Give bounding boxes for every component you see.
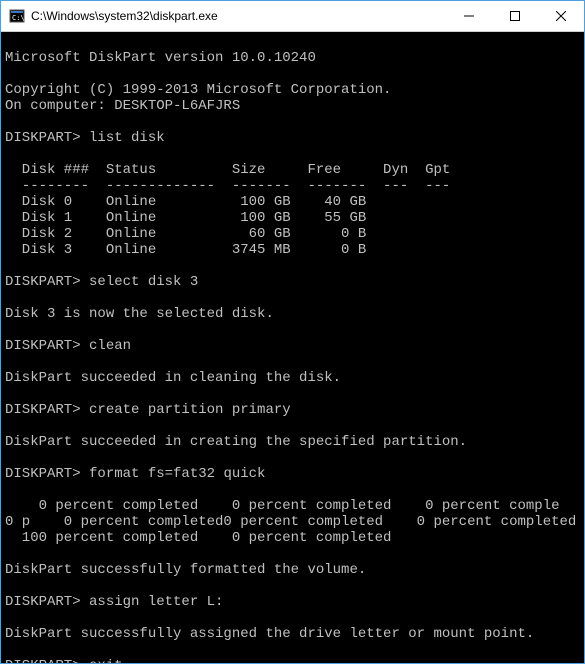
table-header: Disk ### Status Size Free Dyn Gpt: [5, 162, 450, 178]
prompt: DISKPART>: [5, 274, 89, 290]
copyright-line: Copyright (C) 1999-2013 Microsoft Corpor…: [5, 82, 391, 98]
msg-assign: DiskPart successfully assigned the drive…: [5, 626, 534, 642]
version-line: Microsoft DiskPart version 10.0.10240: [5, 50, 316, 66]
svg-text:C:\: C:\: [12, 14, 25, 22]
titlebar: C:\ C:\Windows\system32\diskpart.exe: [1, 1, 584, 32]
table-row: Disk 3 Online 3745 MB 0 B: [5, 242, 366, 258]
prompt: DISKPART>: [5, 658, 89, 663]
window-title: C:\Windows\system32\diskpart.exe: [31, 9, 446, 23]
table-row: Disk 0 Online 100 GB 40 GB: [5, 194, 366, 210]
progress-line: 0 percent completed 0 percent completed …: [5, 498, 560, 514]
close-button[interactable]: [538, 1, 584, 31]
msg-format: DiskPart successfully formatted the volu…: [5, 562, 366, 578]
minimize-button[interactable]: [446, 1, 492, 31]
progress-line: 0 p 0 percent completed0 percent complet…: [5, 514, 576, 530]
prompt-line: DISKPART> select disk 3: [5, 274, 198, 290]
cmd-format: format fs=fat32 quick: [89, 466, 265, 482]
cmd-create-partition: create partition primary: [89, 402, 291, 418]
prompt: DISKPART>: [5, 130, 89, 146]
table-row: Disk 1 Online 100 GB 55 GB: [5, 210, 366, 226]
msg-select: Disk 3 is now the selected disk.: [5, 306, 274, 322]
prompt: DISKPART>: [5, 594, 89, 610]
cmd-exit: exit: [89, 658, 123, 663]
prompt-line: DISKPART> assign letter L:: [5, 594, 223, 610]
table-separator: -------- ------------- ------- ------- -…: [5, 178, 450, 194]
cmd-clean: clean: [89, 338, 131, 354]
msg-create: DiskPart succeeded in creating the speci…: [5, 434, 467, 450]
window-controls: [446, 1, 584, 31]
prompt-line: DISKPART> clean: [5, 338, 131, 354]
prompt: DISKPART>: [5, 402, 89, 418]
prompt: DISKPART>: [5, 338, 89, 354]
console-icon: C:\: [9, 8, 25, 24]
prompt-line: DISKPART> list disk: [5, 130, 165, 146]
prompt: DISKPART>: [5, 466, 89, 482]
table-row: Disk 2 Online 60 GB 0 B: [5, 226, 366, 242]
prompt-line: DISKPART> format fs=fat32 quick: [5, 466, 265, 482]
cmd-assign-letter: assign letter L:: [89, 594, 223, 610]
progress-line: 100 percent completed 0 percent complete…: [5, 530, 391, 546]
computer-line: On computer: DESKTOP-L6AFJRS: [5, 98, 240, 114]
prompt-line: DISKPART> create partition primary: [5, 402, 291, 418]
msg-clean: DiskPart succeeded in cleaning the disk.: [5, 370, 341, 386]
prompt-line: DISKPART> exit: [5, 658, 131, 663]
terminal-area[interactable]: Microsoft DiskPart version 10.0.10240 Co…: [1, 32, 584, 663]
cmd-select-disk: select disk 3: [89, 274, 198, 290]
maximize-button[interactable]: [492, 1, 538, 31]
cmd-list-disk: list disk: [89, 130, 165, 146]
